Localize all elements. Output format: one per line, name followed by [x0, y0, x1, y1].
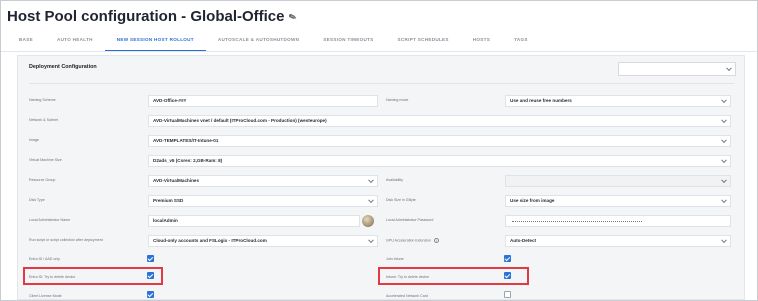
image-label: Image	[29, 138, 39, 142]
tab-base[interactable]: BASE	[7, 33, 45, 51]
section-title: Deployment Configuration	[29, 64, 97, 70]
admin-password-label: Local Administrator Password	[386, 218, 434, 222]
section-select[interactable]	[618, 62, 736, 76]
chevron-down-icon	[368, 177, 374, 184]
tab-hosts[interactable]: HOSTS	[461, 33, 502, 51]
tab-auto-health[interactable]: AUTO HEALTH	[45, 33, 105, 51]
naming-scheme-input[interactable]: AVD-Office-###	[148, 95, 378, 107]
chevron-down-icon	[721, 237, 727, 244]
network-subnet-label: Network & Subnet	[29, 118, 58, 122]
tab-session-timeouts[interactable]: SESSION TIMEOUTS	[311, 33, 385, 51]
disk-type-select[interactable]: Premium SSD	[148, 195, 378, 207]
app-window: Host Pool configuration - Global-Office ✎…	[0, 0, 758, 301]
availability-label: Availability	[386, 178, 403, 182]
chevron-down-icon	[721, 197, 727, 204]
section-divider	[29, 83, 734, 84]
deployment-configuration-panel: Deployment Configuration Naming Scheme A…	[17, 55, 745, 300]
chevron-down-icon	[721, 177, 727, 184]
chevron-down-icon	[721, 137, 727, 144]
gpu-extension-label: GPU Acceleration Extension i	[386, 238, 440, 243]
naming-mode-label: Naming mode	[386, 98, 409, 102]
chevron-down-icon	[721, 97, 727, 104]
chevron-down-icon	[721, 157, 727, 164]
run-script-label: Run script or script collection after de…	[29, 238, 103, 242]
entra-only-label: Entra ID / AAD only	[29, 257, 60, 261]
client-license-label: Client License Mode	[29, 294, 62, 298]
info-icon[interactable]: i	[434, 238, 440, 243]
chevron-down-icon	[368, 237, 374, 244]
disk-size-select[interactable]: Use size from image	[505, 195, 731, 207]
accel-network-checkbox[interactable]	[504, 291, 511, 298]
gpu-extension-select[interactable]: Auto-Detect	[505, 235, 731, 247]
tab-script-schedules[interactable]: SCRIPT SCHEDULES	[386, 33, 461, 51]
page-title-text: Host Pool configuration - Global-Office	[7, 8, 285, 25]
accel-network-label: Accelerated Network Card	[386, 294, 428, 298]
availability-select[interactable]	[505, 175, 731, 187]
password-mask	[512, 221, 642, 222]
tab-bar: BASE AUTO HEALTH NEW SESSION HOST ROLLOU…	[7, 33, 540, 51]
admin-password-input[interactable]	[505, 215, 731, 227]
highlight-box	[378, 267, 529, 285]
chevron-down-icon	[721, 117, 727, 124]
run-script-select[interactable]: Cloud-only accounts and FSLogix - ITProC…	[148, 235, 378, 247]
vm-size-label: Virtual Machine Size	[29, 158, 62, 162]
tabs-divider	[1, 51, 757, 52]
tab-tags[interactable]: TAGS	[502, 33, 540, 51]
disk-type-label: Disk Type	[29, 198, 45, 202]
avatar	[362, 215, 374, 227]
client-license-checkbox[interactable]	[147, 291, 154, 298]
disk-size-label: Disk Size in GByte	[386, 198, 416, 202]
pencil-icon[interactable]: ✎	[287, 11, 298, 24]
tab-autoscale[interactable]: AUTOSCALE & AUTOSHUTDOWN	[206, 33, 311, 51]
network-subnet-select[interactable]: AVD-VirtualMachines vnet / default (ITPr…	[148, 115, 731, 127]
tab-new-session-host-rollout[interactable]: NEW SESSION HOST ROLLOUT	[104, 33, 206, 51]
naming-mode-select[interactable]: Use and reuse free numbers	[505, 95, 731, 107]
highlight-box	[23, 267, 163, 285]
naming-scheme-label: Naming Scheme	[29, 98, 56, 102]
join-intune-checkbox[interactable]	[504, 255, 511, 262]
page-title: Host Pool configuration - Global-Office ✎	[7, 8, 298, 25]
resource-group-label: Resource Group	[29, 178, 56, 182]
vm-size-select[interactable]: D2ads_v5 (Cores: 2,GB-Ram: 8)	[148, 155, 731, 167]
admin-name-label: Local Administrator Name	[29, 218, 71, 222]
entra-only-checkbox[interactable]	[147, 255, 154, 262]
chevron-down-icon	[726, 65, 732, 72]
image-select[interactable]: AVD-TEMPLATES/IT-Intune-01	[148, 135, 731, 147]
resource-group-select[interactable]: AVD-VirtualMachines	[148, 175, 378, 187]
admin-name-input[interactable]: localAdmin	[148, 215, 360, 227]
join-intune-label: Join Intune	[386, 257, 404, 261]
chevron-down-icon	[368, 197, 374, 204]
